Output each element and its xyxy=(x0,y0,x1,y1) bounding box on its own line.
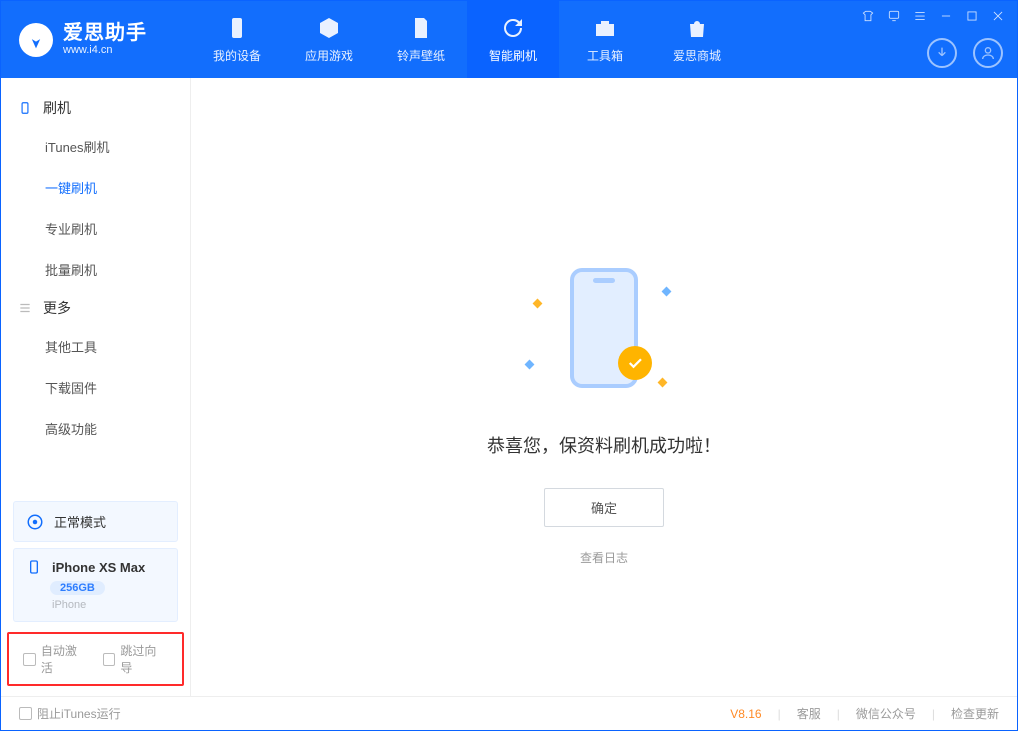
maximize-icon[interactable] xyxy=(963,7,981,25)
device-model: iPhone xyxy=(52,599,165,611)
device-icon xyxy=(17,100,33,116)
minimize-icon[interactable] xyxy=(937,7,955,25)
sidebar-item-advanced[interactable]: 高级功能 xyxy=(1,408,190,449)
tab-label: 铃声壁纸 xyxy=(397,47,445,64)
list-icon xyxy=(17,300,33,316)
success-illustration xyxy=(504,268,704,408)
sidebar-item-pro-flash[interactable]: 专业刷机 xyxy=(1,208,190,249)
logo: 爱思助手 www.i4.cn xyxy=(1,23,191,57)
device-phone-icon xyxy=(26,559,42,575)
sparkle-icon xyxy=(525,360,535,370)
tab-label: 我的设备 xyxy=(213,47,261,64)
footer: 阻止iTunes运行 V8.16 | 客服 | 微信公众号 | 检查更新 xyxy=(1,696,1017,730)
menu-icon[interactable] xyxy=(911,7,929,25)
checkbox-icon xyxy=(23,653,36,666)
check-badge-icon xyxy=(618,346,652,380)
sidebar-item-itunes-flash[interactable]: iTunes刷机 xyxy=(1,126,190,167)
tab-label: 爱思商城 xyxy=(673,47,721,64)
footer-link-wechat[interactable]: 微信公众号 xyxy=(856,705,916,722)
tab-ringtones-wallpapers[interactable]: 铃声壁纸 xyxy=(375,1,467,78)
header-actions xyxy=(927,38,1003,68)
options-row: 自动激活 跳过向导 xyxy=(7,632,184,686)
bag-icon xyxy=(684,15,710,41)
sidebar: 刷机 iTunes刷机 一键刷机 专业刷机 批量刷机 更多 其他工具 下载固件 … xyxy=(1,78,191,696)
checkbox-icon xyxy=(103,653,116,666)
checkbox-label: 阻止iTunes运行 xyxy=(37,705,121,722)
tab-my-device[interactable]: 我的设备 xyxy=(191,1,283,78)
sidebar-item-download-firmware[interactable]: 下载固件 xyxy=(1,367,190,408)
header: 爱思助手 www.i4.cn 我的设备 应用游戏 铃声壁纸 智能刷机 xyxy=(1,1,1017,78)
skip-guide-checkbox[interactable]: 跳过向导 xyxy=(103,642,169,676)
view-log-link[interactable]: 查看日志 xyxy=(580,549,628,566)
tab-label: 应用游戏 xyxy=(305,47,353,64)
tab-label: 工具箱 xyxy=(587,47,623,64)
checkbox-label: 自动激活 xyxy=(41,642,89,676)
sparkle-icon xyxy=(658,378,668,388)
ok-button[interactable]: 确定 xyxy=(544,488,664,527)
sidebar-item-oneclick-flash[interactable]: 一键刷机 xyxy=(1,167,190,208)
feedback-icon[interactable] xyxy=(885,7,903,25)
tab-store[interactable]: 爱思商城 xyxy=(651,1,743,78)
nav-tabs: 我的设备 应用游戏 铃声壁纸 智能刷机 工具箱 爱思商城 xyxy=(191,1,743,78)
close-icon[interactable] xyxy=(989,7,1007,25)
checkbox-icon xyxy=(19,707,32,720)
refresh-icon xyxy=(500,15,526,41)
sidebar-group-flash: 刷机 xyxy=(1,90,190,126)
toolbox-icon xyxy=(592,15,618,41)
footer-link-update[interactable]: 检查更新 xyxy=(951,705,999,722)
version-label: V8.16 xyxy=(730,707,761,721)
checkbox-label: 跳过向导 xyxy=(120,642,168,676)
sidebar-group-title: 更多 xyxy=(43,298,71,318)
tab-label: 智能刷机 xyxy=(489,47,537,64)
user-button[interactable] xyxy=(973,38,1003,68)
music-file-icon xyxy=(408,15,434,41)
tab-smart-flash[interactable]: 智能刷机 xyxy=(467,1,559,78)
tab-toolbox[interactable]: 工具箱 xyxy=(559,1,651,78)
skin-icon[interactable] xyxy=(859,7,877,25)
device-card[interactable]: iPhone XS Max 256GB iPhone xyxy=(13,548,178,622)
sidebar-group-title: 刷机 xyxy=(43,98,71,118)
sidebar-item-batch-flash[interactable]: 批量刷机 xyxy=(1,249,190,290)
sidebar-group-more: 更多 xyxy=(1,290,190,326)
tab-apps-games[interactable]: 应用游戏 xyxy=(283,1,375,78)
block-itunes-checkbox[interactable]: 阻止iTunes运行 xyxy=(19,705,121,722)
logo-icon xyxy=(19,23,53,57)
mode-icon xyxy=(26,513,44,531)
app-window: 爱思助手 www.i4.cn 我的设备 应用游戏 铃声壁纸 智能刷机 xyxy=(0,0,1018,731)
sparkle-icon xyxy=(662,287,672,297)
sidebar-item-other-tools[interactable]: 其他工具 xyxy=(1,326,190,367)
mode-card[interactable]: 正常模式 xyxy=(13,501,178,542)
sparkle-icon xyxy=(533,299,543,309)
sidebar-bottom: 正常模式 iPhone XS Max 256GB iPhone 自动激活 xyxy=(1,495,190,696)
window-controls xyxy=(859,7,1007,25)
brand-domain: www.i4.cn xyxy=(63,45,147,56)
download-button[interactable] xyxy=(927,38,957,68)
device-name: iPhone XS Max xyxy=(52,560,145,575)
success-text: 恭喜您，保资料刷机成功啦！ xyxy=(487,432,721,458)
device-capacity: 256GB xyxy=(50,581,105,595)
brand-name: 爱思助手 xyxy=(63,23,147,43)
mode-label: 正常模式 xyxy=(54,512,106,531)
main-content: 恭喜您，保资料刷机成功啦！ 确定 查看日志 xyxy=(191,78,1017,696)
body: 刷机 iTunes刷机 一键刷机 专业刷机 批量刷机 更多 其他工具 下载固件 … xyxy=(1,78,1017,696)
phone-icon xyxy=(224,15,250,41)
cube-icon xyxy=(316,15,342,41)
footer-link-support[interactable]: 客服 xyxy=(797,705,821,722)
auto-activate-checkbox[interactable]: 自动激活 xyxy=(23,642,89,676)
